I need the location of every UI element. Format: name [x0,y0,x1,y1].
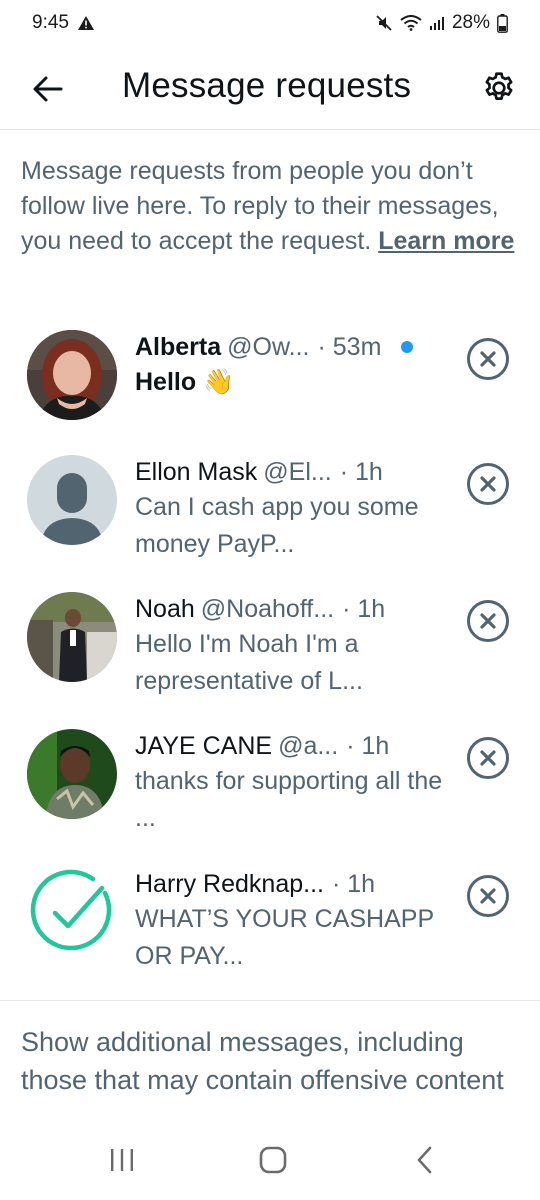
request-item-harry-redknap[interactable]: Harry Redknap... · 1h WHAT’S YOUR CASHAP… [0,867,540,1003]
dismiss-button[interactable] [466,462,510,506]
request-item-ellon-mask[interactable]: Ellon Mask @El... · 1h Can I cash app yo… [0,455,540,591]
timestamp: · 1h [342,595,386,623]
dismiss-button[interactable] [466,599,510,643]
message-preview: Hello I'm Noah I'm a representative of L… [135,630,363,695]
request-item-jaye-cane[interactable]: JAYE CANE @a... · 1h thanks for supporti… [0,729,540,865]
gear-icon [485,72,513,100]
sender-name: Harry Redknap... [135,870,324,898]
home-button[interactable] [243,1140,303,1180]
default-avatar [27,455,117,545]
request-content: Ellon Mask @El... · 1h Can I cash app yo… [135,455,455,563]
settings-button[interactable] [476,65,522,111]
battery-level: 28% [451,12,490,33]
sender-handle: @Noahoff... [200,595,335,623]
sender-name: Ellon Mask [135,458,258,486]
message-preview: Hello 👋 [135,368,235,396]
battery-icon [497,13,508,33]
check-avatar-icon [27,867,117,957]
sender-handle: @a... [278,732,339,760]
close-circle-icon [467,463,509,505]
request-header: Ellon Mask @El... · 1h [135,455,455,489]
dismiss-button[interactable] [466,337,510,381]
sender-handle: @El... [263,458,332,486]
request-content: JAYE CANE @a... · 1h thanks for supporti… [135,729,455,837]
system-nav-bar [0,1118,540,1200]
additional-messages-row[interactable]: Show additional messages, including thos… [0,1000,540,1118]
request-item-noah[interactable]: Noah @Noahoff... · 1h Hello I'm Noah I'm… [0,592,540,728]
request-content: Noah @Noahoff... · 1h Hello I'm Noah I'm… [135,592,455,700]
system-back-button[interactable] [395,1140,455,1180]
learn-more-link[interactable]: Learn more [378,227,514,255]
request-content: Harry Redknap... · 1h WHAT’S YOUR CASHAP… [135,867,455,975]
additional-messages-text: Show additional messages, including thos… [21,1027,504,1095]
message-preview: Can I cash app you some money PayP... [135,493,419,558]
header: Message requests [0,50,540,130]
avatar [27,592,117,682]
recent-apps-icon [111,1149,133,1171]
status-bar: 9:45 28% [0,0,540,46]
unread-dot [401,341,414,353]
warning-triangle-icon [77,15,95,31]
timestamp: · 1h [331,870,376,898]
request-header: JAYE CANE @a... · 1h [135,729,455,763]
timestamp: · 1h [346,732,390,760]
intro-text: Message requests from people you don’t f… [21,154,521,259]
timestamp: · 53m [317,333,382,361]
message-preview: WHAT’S YOUR CASHAPP OR PAY... [135,905,434,970]
request-item-alberta[interactable]: Alberta @Ow... · 53m Hello 👋 [0,330,540,466]
back-button[interactable] [26,67,70,111]
close-circle-icon [467,875,509,917]
request-header: Noah @Noahoff... · 1h [135,592,455,626]
sender-handle: @Ow... [227,333,310,361]
sender-name: JAYE CANE [135,732,273,760]
request-content: Alberta @Ow... · 53m Hello 👋 [135,330,455,401]
signal-icon [429,15,445,31]
back-chevron-icon [417,1146,432,1174]
close-circle-icon [467,338,509,380]
request-header: Alberta @Ow... · 53m [135,330,455,364]
timestamp: · 1h [339,458,383,486]
sender-name: Alberta [135,333,222,361]
close-circle-icon [467,737,509,779]
dismiss-button[interactable] [466,736,510,780]
mute-icon [375,14,393,32]
wifi-icon [400,15,422,31]
request-header: Harry Redknap... · 1h [135,867,455,901]
sender-name: Noah [135,595,195,623]
close-circle-icon [467,600,509,642]
page-title: Message requests [122,66,412,105]
recent-apps-button[interactable] [92,1140,152,1180]
avatar [27,330,117,420]
status-time: 9:45 [32,12,69,33]
message-preview: thanks for supporting all the ... [135,767,443,832]
home-icon [259,1146,287,1174]
dismiss-button[interactable] [466,874,510,918]
arrow-left-icon [33,76,63,102]
avatar [27,729,117,819]
